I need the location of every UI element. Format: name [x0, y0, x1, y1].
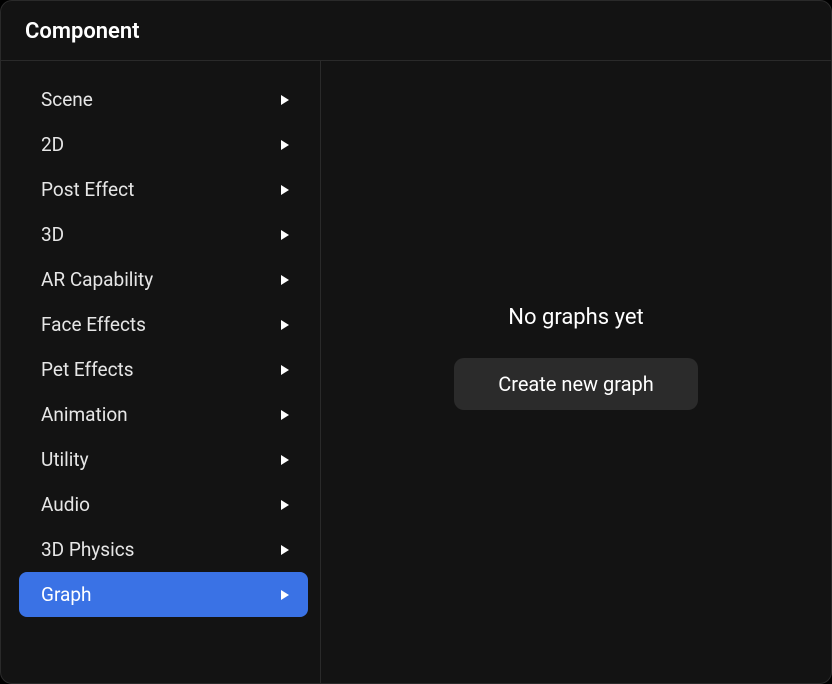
sidebar-item-face-effects[interactable]: Face Effects — [19, 302, 308, 347]
main-content: No graphs yet Create new graph — [321, 61, 831, 683]
sidebar-item-label: Animation — [41, 403, 128, 426]
sidebar-item-animation[interactable]: Animation — [19, 392, 308, 437]
sidebar-item-label: Graph — [41, 583, 91, 606]
sidebar-item-label: AR Capability — [41, 268, 153, 291]
chevron-right-icon — [280, 95, 290, 105]
sidebar-item-label: 3D — [41, 223, 64, 246]
chevron-right-icon — [280, 365, 290, 375]
chevron-right-icon — [280, 410, 290, 420]
create-new-graph-button[interactable]: Create new graph — [454, 358, 698, 410]
sidebar-item-3d-physics[interactable]: 3D Physics — [19, 527, 308, 572]
sidebar-item-label: 3D Physics — [41, 538, 134, 561]
chevron-right-icon — [280, 230, 290, 240]
chevron-right-icon — [280, 455, 290, 465]
panel-header: Component — [1, 1, 831, 61]
panel-title: Component — [25, 19, 807, 44]
panel-body: Scene 2D Post Effect 3D AR Capability — [1, 61, 831, 683]
chevron-right-icon — [280, 500, 290, 510]
sidebar-item-utility[interactable]: Utility — [19, 437, 308, 482]
sidebar-item-ar-capability[interactable]: AR Capability — [19, 257, 308, 302]
sidebar-item-label: Post Effect — [41, 178, 134, 201]
sidebar-item-label: Utility — [41, 448, 89, 471]
sidebar-item-label: Pet Effects — [41, 358, 134, 381]
sidebar-item-label: 2D — [41, 133, 64, 156]
sidebar-item-pet-effects[interactable]: Pet Effects — [19, 347, 308, 392]
chevron-right-icon — [280, 545, 290, 555]
component-panel: Component Scene 2D Post Effect 3D — [0, 0, 832, 684]
empty-state-text: No graphs yet — [508, 305, 643, 330]
chevron-right-icon — [280, 275, 290, 285]
chevron-right-icon — [280, 140, 290, 150]
sidebar-item-graph[interactable]: Graph — [19, 572, 308, 617]
sidebar-item-scene[interactable]: Scene — [19, 77, 308, 122]
chevron-right-icon — [280, 185, 290, 195]
sidebar-item-post-effect[interactable]: Post Effect — [19, 167, 308, 212]
chevron-right-icon — [280, 320, 290, 330]
sidebar-item-2d[interactable]: 2D — [19, 122, 308, 167]
sidebar-item-label: Scene — [41, 88, 93, 111]
sidebar-item-audio[interactable]: Audio — [19, 482, 308, 527]
chevron-right-icon — [280, 590, 290, 600]
sidebar: Scene 2D Post Effect 3D AR Capability — [1, 61, 321, 683]
sidebar-item-3d[interactable]: 3D — [19, 212, 308, 257]
sidebar-item-label: Audio — [41, 493, 90, 516]
sidebar-list: Scene 2D Post Effect 3D AR Capability — [1, 77, 320, 617]
sidebar-item-label: Face Effects — [41, 313, 146, 336]
